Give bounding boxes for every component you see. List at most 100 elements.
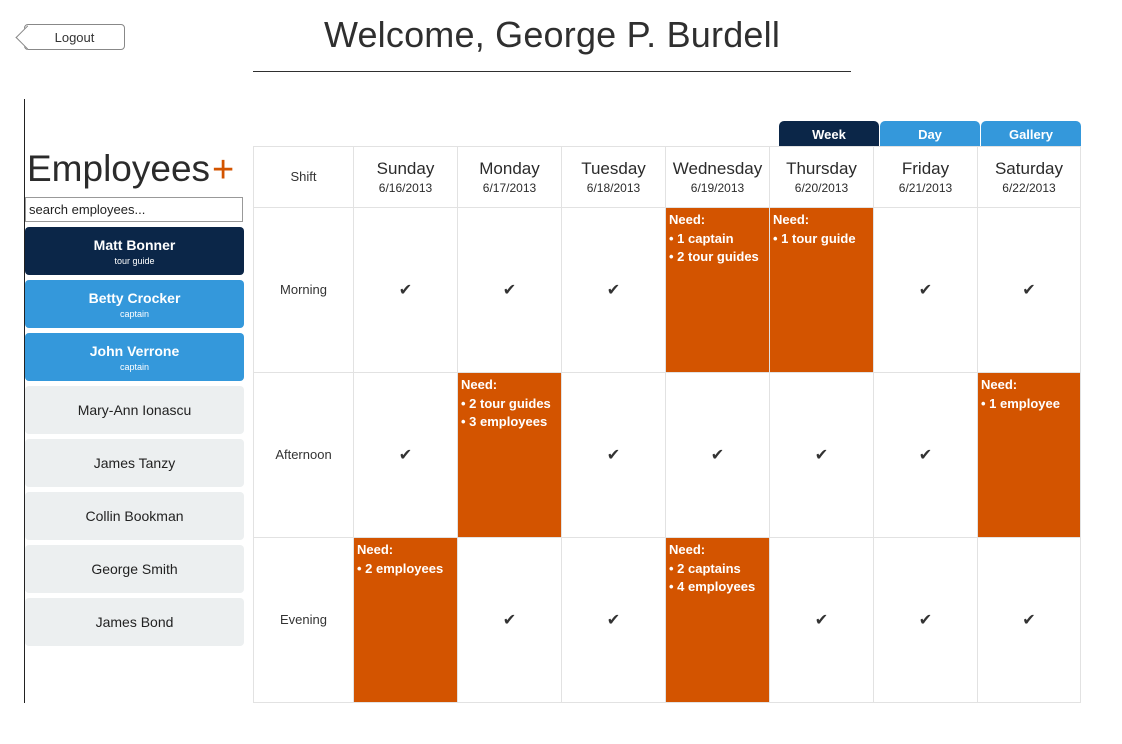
employee-search-input[interactable] bbox=[25, 197, 243, 222]
checkmark-icon: ✔ bbox=[918, 282, 933, 299]
need-list: 2 tour guides3 employees bbox=[461, 395, 558, 431]
shift-cell-filled[interactable]: ✔ bbox=[561, 372, 666, 538]
day-column-header[interactable]: Monday 6/17/2013 bbox=[457, 146, 562, 208]
need-list: 2 employees bbox=[357, 560, 454, 578]
checkmark-icon: ✔ bbox=[918, 447, 933, 464]
checkmark-icon: ✔ bbox=[606, 612, 621, 629]
day-column-header[interactable]: Tuesday 6/18/2013 bbox=[561, 146, 666, 208]
view-tabs: Week Day Gallery bbox=[779, 121, 1082, 147]
shift-cell-filled[interactable]: ✔ bbox=[665, 372, 770, 538]
shift-row: Morning✔✔✔Need:1 captain2 tour guidesNee… bbox=[253, 207, 1081, 373]
day-column-header[interactable]: Friday 6/21/2013 bbox=[873, 146, 978, 208]
day-column-header[interactable]: Sunday 6/16/2013 bbox=[353, 146, 458, 208]
need-item: 2 employees bbox=[357, 560, 454, 578]
shift-label-cell: Afternoon bbox=[253, 372, 354, 538]
day-date: 6/19/2013 bbox=[690, 181, 745, 195]
employee-card[interactable]: George Smith bbox=[25, 545, 244, 593]
need-item: 1 captain bbox=[669, 230, 766, 248]
shift-cell-filled[interactable]: ✔ bbox=[977, 207, 1081, 373]
checkmark-icon: ✔ bbox=[398, 447, 413, 464]
day-name: Thursday bbox=[786, 159, 857, 178]
checkmark-icon: ✔ bbox=[502, 612, 517, 629]
employee-list: Matt Bonner tour guide Betty Crocker captai… bbox=[25, 227, 244, 651]
shift-cell-filled[interactable]: ✔ bbox=[769, 372, 874, 538]
employee-card[interactable]: John Verrone captain bbox=[25, 333, 244, 381]
employee-card[interactable]: James Tanzy bbox=[25, 439, 244, 487]
shift-cell-filled[interactable]: ✔ bbox=[561, 207, 666, 373]
day-date: 6/16/2013 bbox=[378, 181, 433, 195]
shift-cell-filled[interactable]: ✔ bbox=[561, 537, 666, 703]
shift-cell-need[interactable]: Need: 2 employees bbox=[353, 537, 458, 703]
checkmark-icon: ✔ bbox=[502, 282, 517, 299]
shift-cell-filled[interactable]: ✔ bbox=[873, 207, 978, 373]
employee-card[interactable]: Matt Bonner tour guide bbox=[25, 227, 244, 275]
need-list: 2 captains4 employees bbox=[669, 560, 766, 596]
checkmark-icon: ✔ bbox=[606, 282, 621, 299]
employee-role: captain bbox=[119, 361, 150, 372]
day-name: Monday bbox=[479, 159, 540, 178]
need-item: 2 tour guides bbox=[669, 248, 766, 266]
checkmark-icon: ✔ bbox=[606, 447, 621, 464]
day-date: 6/17/2013 bbox=[482, 181, 537, 195]
need-heading: Need: bbox=[669, 542, 706, 557]
tab-week[interactable]: Week bbox=[779, 121, 879, 147]
day-name: Friday bbox=[901, 159, 950, 178]
need-list: 1 tour guide bbox=[773, 230, 870, 248]
shift-label: Evening bbox=[280, 612, 327, 627]
add-employee-button[interactable]: + bbox=[212, 148, 234, 192]
employee-card[interactable]: Mary-Ann Ionascu bbox=[25, 386, 244, 434]
employee-name: Mary-Ann Ionascu bbox=[77, 402, 192, 418]
employee-role: captain bbox=[119, 308, 150, 319]
shift-cell-need[interactable]: Need: 1 tour guide bbox=[769, 207, 874, 373]
employee-card[interactable]: Collin Bookman bbox=[25, 492, 244, 540]
tab-gallery[interactable]: Gallery bbox=[981, 121, 1081, 147]
shift-cell-need[interactable]: Need: 2 captains4 employees bbox=[665, 537, 770, 703]
shift-cell-need[interactable]: Need: 1 employee bbox=[977, 372, 1081, 538]
shift-cell-need[interactable]: Need: 1 captain2 tour guides bbox=[665, 207, 770, 373]
shift-row: Afternoon ✔ Need: 2 tour guides3 employees ✔… bbox=[253, 372, 1081, 538]
shift-cell-filled[interactable]: ✔ bbox=[353, 207, 458, 373]
checkmark-icon: ✔ bbox=[1022, 612, 1036, 629]
day-date: 6/20/2013 bbox=[794, 181, 849, 195]
day-column-header[interactable]: Wednesday 6/19/2013 bbox=[665, 146, 770, 208]
need-item: 3 employees bbox=[461, 413, 558, 431]
need-heading: Need: bbox=[461, 377, 498, 392]
schedule-header-row: Shift Sunday 6/16/2013 Monday 6/17/2013 Tues… bbox=[253, 146, 1081, 208]
shift-cell-filled[interactable]: ✔ bbox=[873, 372, 978, 538]
tab-day[interactable]: Day bbox=[880, 121, 980, 147]
logout-label: Logout bbox=[54, 29, 95, 45]
need-heading: Need: bbox=[669, 212, 706, 227]
logout-button[interactable]: Logout bbox=[24, 24, 125, 50]
shift-label: Afternoon bbox=[275, 447, 332, 462]
checkmark-icon: ✔ bbox=[710, 447, 725, 464]
day-name: Tuesday bbox=[581, 159, 646, 178]
day-name: Saturday bbox=[994, 159, 1064, 178]
day-column-header[interactable]: Saturday 6/22/2013 bbox=[977, 146, 1081, 208]
need-item: 2 captains bbox=[669, 560, 766, 578]
shift-header-label: Shift bbox=[290, 169, 317, 184]
employee-name: John Verrone bbox=[89, 342, 180, 359]
day-column-header[interactable]: Thursday 6/20/2013 bbox=[769, 146, 874, 208]
employee-role: tour guide bbox=[114, 255, 155, 266]
need-item: 4 employees bbox=[669, 578, 766, 596]
need-heading: Need: bbox=[357, 542, 394, 557]
shift-cell-filled[interactable]: ✔ bbox=[873, 537, 978, 703]
employee-name: James Bond bbox=[95, 614, 174, 630]
shift-cell-filled[interactable]: ✔ bbox=[457, 537, 562, 703]
shift-label-cell: Evening bbox=[253, 537, 354, 703]
employee-name: Betty Crocker bbox=[88, 289, 181, 306]
day-name: Sunday bbox=[376, 159, 435, 178]
need-heading: Need: bbox=[981, 377, 1018, 392]
shift-cell-filled[interactable]: ✔ bbox=[977, 537, 1081, 703]
day-date: 6/22/2013 bbox=[1002, 181, 1056, 195]
day-name: Wednesday bbox=[672, 159, 763, 178]
need-list: 1 employee bbox=[981, 395, 1077, 413]
shift-row: Evening Need: 2 employees ✔ ✔ Need: 2 captains… bbox=[253, 537, 1081, 703]
shift-cell-filled[interactable]: ✔ bbox=[457, 207, 562, 373]
shift-cell-filled[interactable]: ✔ bbox=[353, 372, 458, 538]
shift-cell-filled[interactable]: ✔ bbox=[769, 537, 874, 703]
employee-card[interactable]: Betty Crocker captain bbox=[25, 280, 244, 328]
employee-card[interactable]: James Bond bbox=[25, 598, 244, 646]
shift-cell-need[interactable]: Need: 2 tour guides3 employees bbox=[457, 372, 562, 538]
employee-name: George Smith bbox=[91, 561, 178, 577]
